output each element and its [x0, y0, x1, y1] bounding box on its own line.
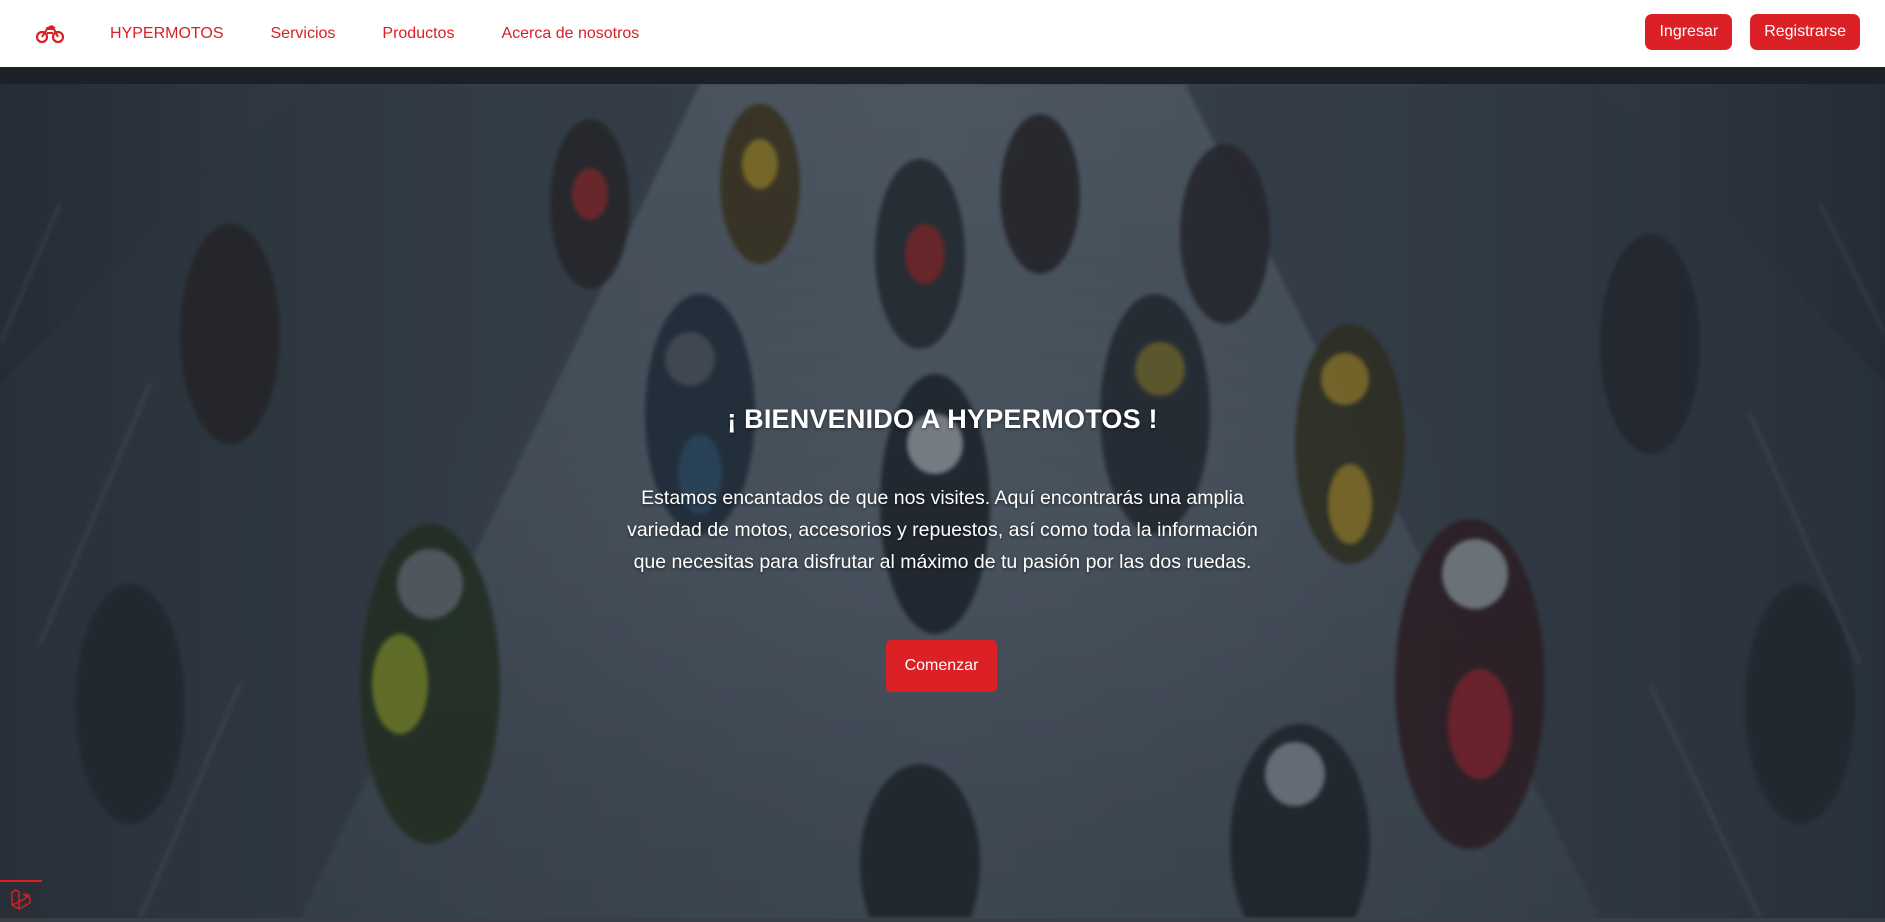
start-button[interactable]: Comenzar	[886, 640, 997, 692]
nav-link-hypermotos[interactable]: HYPERMOTOS	[110, 25, 224, 43]
nav-divider-strip	[0, 67, 1885, 84]
login-button[interactable]: Ingresar	[1645, 14, 1733, 50]
nav-link-productos[interactable]: Productos	[382, 25, 454, 43]
register-button[interactable]: Registrarse	[1750, 14, 1860, 50]
bottom-edge-bar	[0, 918, 1885, 922]
nav-link-servicios[interactable]: Servicios	[271, 25, 336, 43]
laravel-logo-icon	[11, 889, 31, 910]
nav-link-acerca-de-nosotros[interactable]: Acerca de nosotros	[501, 25, 639, 43]
nav-actions: Ingresar Registrarse	[1645, 14, 1860, 50]
top-navbar: HYPERMOTOS Servicios Productos Acerca de…	[0, 0, 1885, 67]
hero-description: Estamos encantados de que nos visites. A…	[627, 487, 1258, 573]
hero-content: ¡ BIENVENIDO A HYPERMOTOS ! Estamos enca…	[0, 84, 1885, 918]
hero-section: ¡ BIENVENIDO A HYPERMOTOS ! Estamos enca…	[0, 84, 1885, 918]
nav-links: HYPERMOTOS Servicios Productos Acerca de…	[110, 25, 686, 43]
framework-badge[interactable]	[0, 880, 42, 918]
hero-title: ¡ BIENVENIDO A HYPERMOTOS !	[727, 404, 1158, 434]
motorcycle-logo-icon[interactable]	[36, 23, 64, 45]
